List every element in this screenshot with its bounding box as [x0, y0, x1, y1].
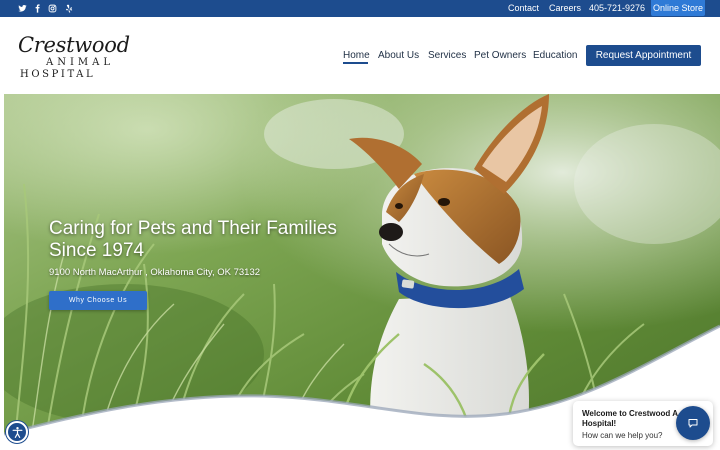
- hero-title-line-2: Since 1974: [49, 240, 145, 261]
- site-logo[interactable]: Crestwood ANIMAL HOSPITAL: [18, 33, 130, 81]
- chat-title-line-1: Welcome to Crestwood A: [582, 409, 679, 418]
- careers-link[interactable]: Careers: [549, 3, 581, 13]
- hero-banner: Caring for Pets and Their Families Since…: [4, 94, 720, 450]
- accessibility-button[interactable]: [6, 421, 28, 443]
- hero-title-line-1: Caring for Pets and Their Families: [49, 218, 337, 239]
- logo-line-crestwood: Crestwood: [18, 33, 130, 57]
- accessibility-icon: [12, 426, 22, 438]
- logo-line-animal: ANIMAL: [46, 57, 115, 68]
- online-store-button[interactable]: Online Store: [651, 0, 705, 16]
- nav-pet-owners[interactable]: Pet Owners: [474, 50, 526, 61]
- nav-active-indicator: [343, 62, 368, 64]
- twitter-icon[interactable]: [16, 2, 28, 14]
- hero-address: 9100 North MacArthur , Oklahoma City, OK…: [49, 267, 261, 278]
- top-bar: Contact Careers 405-721-9276 Online Stor…: [0, 0, 720, 17]
- chat-bubble-icon: [688, 419, 698, 428]
- hero-title: Caring for Pets and Their Families Since…: [49, 218, 369, 262]
- instagram-icon[interactable]: [46, 2, 58, 14]
- chat-title-line-2: Hospital!: [582, 419, 617, 428]
- chat-launcher-button[interactable]: [676, 406, 710, 440]
- chat-subtitle: How can we help you?: [582, 431, 663, 440]
- phone-link[interactable]: 405-721-9276: [589, 3, 645, 13]
- yelp-icon[interactable]: [62, 2, 74, 14]
- why-choose-us-button[interactable]: Why Choose Us: [49, 291, 147, 310]
- nav-about-us[interactable]: About Us: [378, 50, 419, 61]
- nav-services[interactable]: Services: [428, 50, 466, 61]
- contact-link[interactable]: Contact: [508, 3, 539, 13]
- logo-line-hospital: HOSPITAL: [20, 69, 96, 80]
- request-appointment-button[interactable]: Request Appointment: [586, 45, 701, 66]
- facebook-icon[interactable]: [31, 2, 43, 14]
- nav-home[interactable]: Home: [343, 50, 370, 61]
- nav-education[interactable]: Education: [533, 50, 577, 61]
